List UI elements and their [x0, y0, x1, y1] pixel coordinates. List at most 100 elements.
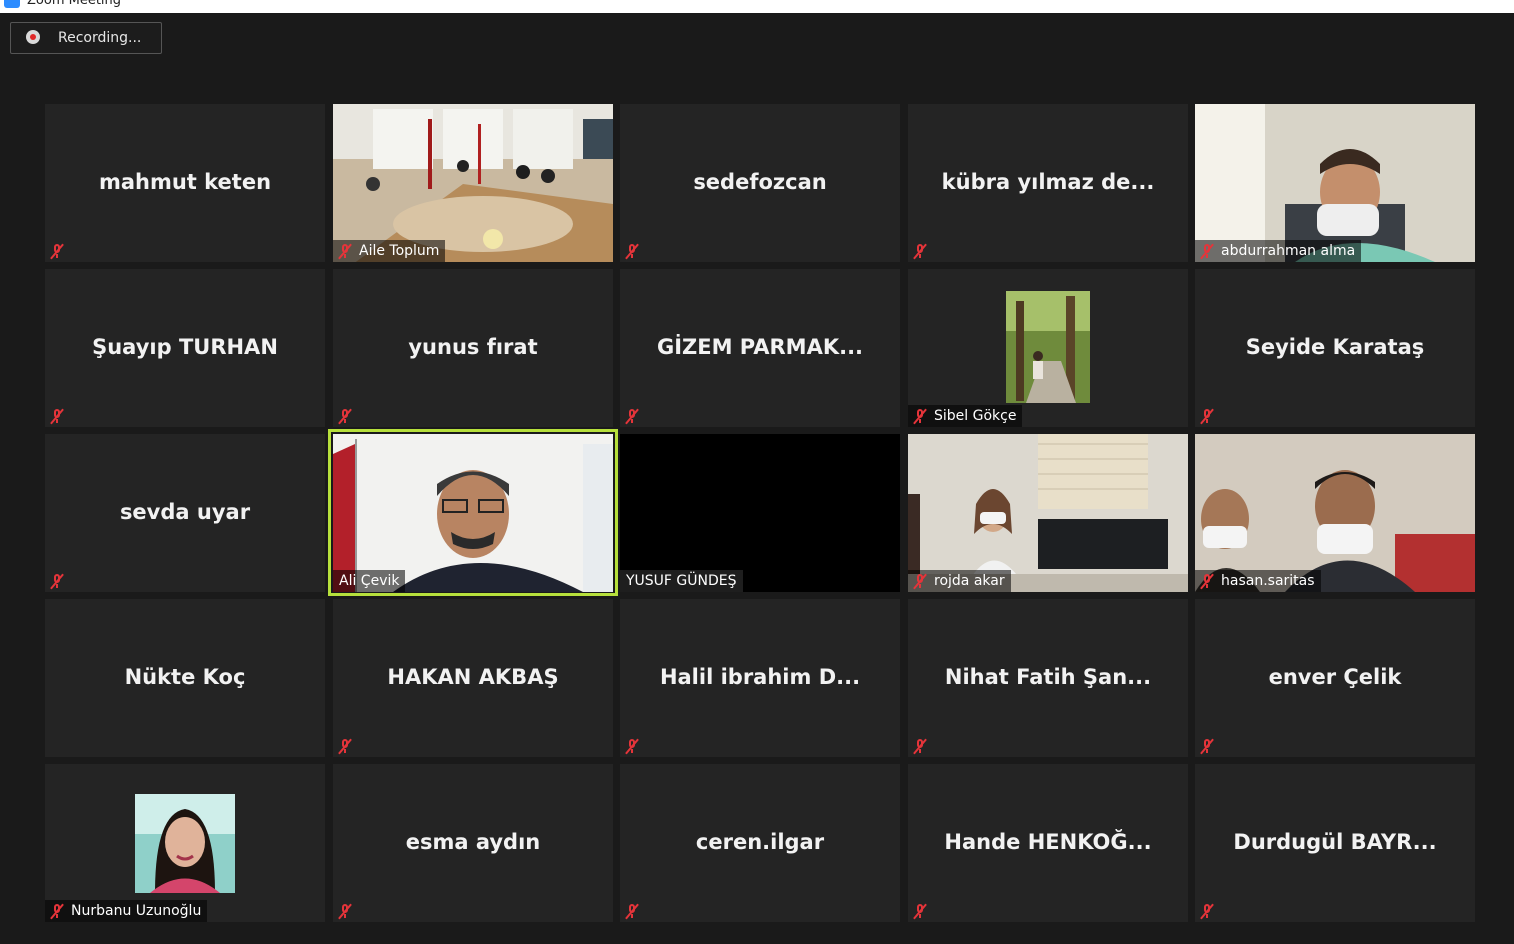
tile-footer: [45, 240, 71, 262]
tile-footer: [333, 735, 359, 757]
tile-footer: Sibel Gökçe: [908, 405, 1023, 427]
participant-label: hasan.saritas: [1221, 573, 1315, 589]
participant-video: [333, 104, 613, 262]
muted-mic-icon: [912, 408, 928, 425]
participant-tile[interactable]: mahmut keten: [45, 104, 325, 262]
participant-tile[interactable]: abdurrahman alma: [1195, 104, 1475, 262]
participant-tile[interactable]: YUSUF GÜNDEŞ: [620, 434, 900, 592]
participant-tile[interactable]: Nükte Koç: [45, 599, 325, 757]
muted-mic-icon: [912, 903, 928, 920]
participant-label: Nurbanu Uzunoğlu: [71, 903, 202, 919]
participant-video: [333, 434, 613, 592]
muted-mic-icon: [337, 738, 353, 755]
participant-tile[interactable]: Şuayıp TURHAN: [45, 269, 325, 427]
tile-footer: Aile Toplum: [333, 240, 446, 262]
participant-label: rojda akar: [934, 573, 1005, 589]
participant-name: sedefozcan: [693, 170, 827, 194]
participant-tile[interactable]: enver Çelik: [1195, 599, 1475, 757]
participant-tile[interactable]: HAKAN AKBAŞ: [333, 599, 613, 757]
participant-video: [908, 434, 1188, 592]
window-title: Zoom Meeting: [27, 0, 122, 8]
tile-footer: [908, 900, 934, 922]
muted-mic-icon: [49, 243, 65, 260]
recording-indicator[interactable]: Recording...: [10, 22, 162, 54]
record-dot-icon: [26, 30, 40, 44]
window-titlebar: Zoom Meeting: [0, 0, 1514, 13]
participant-label: Ali Çevik: [339, 573, 400, 589]
participant-label: Aile Toplum: [359, 243, 440, 259]
muted-mic-icon: [49, 408, 65, 425]
tile-footer: [333, 405, 359, 427]
tile-footer: [45, 570, 71, 592]
tile-footer: [333, 900, 359, 922]
participant-tile[interactable]: Aile Toplum: [333, 104, 613, 262]
participant-label: YUSUF GÜNDEŞ: [626, 573, 737, 589]
profile-picture: [135, 794, 235, 893]
participant-tile[interactable]: sedefozcan: [620, 104, 900, 262]
participant-name: GİZEM PARMAK...: [656, 335, 864, 359]
participant-tile[interactable]: Nurbanu Uzunoğlu: [45, 764, 325, 922]
participant-tile[interactable]: Hande HENKOĞ...: [908, 764, 1188, 922]
participant-name: HAKAN AKBAŞ: [387, 665, 559, 689]
participant-tile[interactable]: kübra yılmaz de...: [908, 104, 1188, 262]
participant-tile[interactable]: Sibel Gökçe: [908, 269, 1188, 427]
participant-name: Nükte Koç: [124, 665, 246, 689]
tile-footer: [908, 240, 934, 262]
participant-tile[interactable]: Halil ibrahim D...: [620, 599, 900, 757]
participant-tile[interactable]: sevda uyar: [45, 434, 325, 592]
participant-name: sevda uyar: [119, 500, 251, 524]
participant-tile[interactable]: rojda akar: [908, 434, 1188, 592]
muted-mic-icon: [1199, 738, 1215, 755]
participant-name: Nihat Fatih Şan...: [944, 665, 1152, 689]
participant-tile[interactable]: Seyide Karataş: [1195, 269, 1475, 427]
muted-mic-icon: [1199, 243, 1215, 260]
participant-video: [1195, 104, 1475, 262]
participant-name: enver Çelik: [1268, 665, 1402, 689]
tile-footer: [1195, 735, 1221, 757]
tile-footer: [1195, 900, 1221, 922]
tile-footer: [45, 405, 71, 427]
participant-tile[interactable]: GİZEM PARMAK...: [620, 269, 900, 427]
participant-name: Seyide Karataş: [1245, 335, 1425, 359]
zoom-app-icon: [4, 0, 20, 8]
tile-footer: [620, 900, 646, 922]
participant-name: Şuayıp TURHAN: [92, 335, 278, 359]
muted-mic-icon: [1199, 573, 1215, 590]
participant-name: mahmut keten: [98, 170, 272, 194]
muted-mic-icon: [912, 243, 928, 260]
tile-footer: [908, 735, 934, 757]
participant-name: Halil ibrahim D...: [659, 665, 861, 689]
participant-label: Sibel Gökçe: [934, 408, 1017, 424]
participant-name: Hande HENKOĞ...: [944, 830, 1152, 854]
tile-footer: [620, 240, 646, 262]
participant-name: ceren.ilgar: [695, 830, 825, 854]
tile-footer: [1195, 405, 1221, 427]
profile-picture: [1006, 291, 1090, 403]
participant-name: yunus fırat: [408, 335, 538, 359]
muted-mic-icon: [912, 573, 928, 590]
tile-footer: YUSUF GÜNDEŞ: [620, 570, 743, 592]
participant-tile[interactable]: hasan.saritas: [1195, 434, 1475, 592]
participant-tile[interactable]: Nihat Fatih Şan...: [908, 599, 1188, 757]
muted-mic-icon: [624, 903, 640, 920]
participant-name: esma aydın: [405, 830, 541, 854]
tile-footer: [620, 405, 646, 427]
tile-footer: Nurbanu Uzunoğlu: [45, 900, 208, 922]
participant-name: Durdugül BAYR...: [1233, 830, 1437, 854]
muted-mic-icon: [624, 243, 640, 260]
muted-mic-icon: [337, 903, 353, 920]
muted-mic-icon: [912, 738, 928, 755]
participant-tile[interactable]: esma aydın: [333, 764, 613, 922]
muted-mic-icon: [49, 903, 65, 920]
tile-footer: [620, 735, 646, 757]
muted-mic-icon: [337, 408, 353, 425]
participant-label: abdurrahman alma: [1221, 243, 1356, 259]
muted-mic-icon: [337, 243, 353, 260]
participant-tile[interactable]: ceren.ilgar: [620, 764, 900, 922]
muted-mic-icon: [1199, 408, 1215, 425]
muted-mic-icon: [49, 573, 65, 590]
participant-tile[interactable]: yunus fırat: [333, 269, 613, 427]
participant-tile-active-speaker[interactable]: Ali Çevik: [333, 434, 613, 592]
tile-footer: rojda akar: [908, 570, 1011, 592]
participant-tile[interactable]: Durdugül BAYR...: [1195, 764, 1475, 922]
